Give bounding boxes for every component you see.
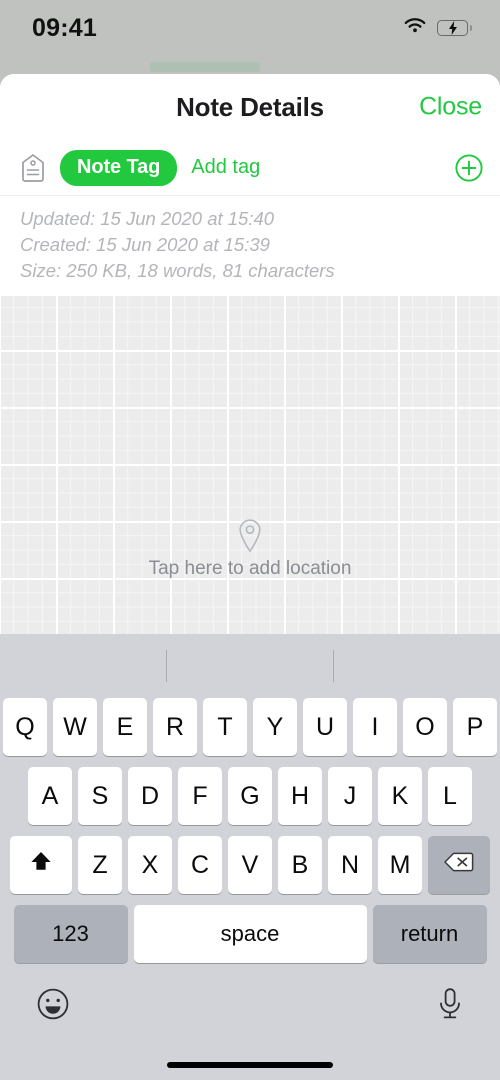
key-e[interactable]: E <box>103 698 147 756</box>
wifi-icon <box>403 17 427 40</box>
shift-key[interactable] <box>10 836 72 894</box>
key-y[interactable]: Y <box>253 698 297 756</box>
backspace-key[interactable] <box>428 836 490 894</box>
backspace-delete-icon <box>443 850 475 881</box>
sheet-header: Note Details Close <box>0 74 500 140</box>
key-w[interactable]: W <box>53 698 97 756</box>
key-u[interactable]: U <box>303 698 347 756</box>
key-f[interactable]: F <box>178 767 222 825</box>
add-location-cta[interactable]: Tap here to add location <box>0 518 500 580</box>
tag-row: Note Tag Add tag <box>0 140 500 196</box>
key-o[interactable]: O <box>403 698 447 756</box>
plus-circle-icon[interactable] <box>454 153 484 183</box>
key-r[interactable]: R <box>153 698 197 756</box>
metadata-created: Created: 15 Jun 2020 at 15:39 <box>20 234 270 255</box>
key-g[interactable]: G <box>228 767 272 825</box>
emoji-smiley-icon[interactable] <box>36 987 70 1026</box>
home-indicator[interactable] <box>167 1062 333 1068</box>
keyboard-row-2: A S D F G H J K L <box>0 767 500 825</box>
add-location-label: Tap here to add location <box>148 558 352 579</box>
key-t[interactable]: T <box>203 698 247 756</box>
metadata-size: Size: 250 KB, 18 words, 81 characters <box>20 260 335 281</box>
page-title: Note Details <box>176 91 324 122</box>
on-screen-keyboard: Q W E R T Y U I O P A S D F G H J K L Z … <box>0 634 500 1080</box>
return-key[interactable]: return <box>372 905 487 963</box>
status-bar-icons <box>403 17 472 40</box>
key-s[interactable]: S <box>78 767 122 825</box>
key-z[interactable]: Z <box>78 836 122 894</box>
add-tag-link[interactable]: Add tag <box>191 156 260 179</box>
metadata-updated: Updated: 15 Jun 2020 at 15:40 <box>20 208 275 229</box>
predictive-text-bar[interactable] <box>0 634 500 698</box>
key-a[interactable]: A <box>28 767 72 825</box>
keyboard-row-1: Q W E R T Y U I O P <box>0 698 500 756</box>
key-d[interactable]: D <box>128 767 172 825</box>
key-i[interactable]: I <box>353 698 397 756</box>
predictive-divider-2 <box>333 650 334 682</box>
background-content-peek <box>150 62 260 72</box>
key-x[interactable]: X <box>128 836 172 894</box>
key-h[interactable]: H <box>278 767 322 825</box>
status-bar: 09:41 <box>0 0 500 56</box>
location-map-area[interactable]: Tap here to add location <box>0 296 500 650</box>
key-k[interactable]: K <box>378 767 422 825</box>
shift-up-arrow-icon <box>28 849 54 882</box>
key-l[interactable]: L <box>428 767 472 825</box>
battery-charging-icon <box>437 20 472 36</box>
key-j[interactable]: J <box>328 767 372 825</box>
tag-icon <box>20 153 46 183</box>
note-metadata: Updated: 15 Jun 2020 at 15:40 Created: 1… <box>0 196 500 296</box>
key-m[interactable]: M <box>378 836 422 894</box>
key-p[interactable]: P <box>453 698 497 756</box>
map-pin-icon <box>236 518 264 554</box>
key-v[interactable]: V <box>228 836 272 894</box>
space-key[interactable]: space <box>133 905 367 963</box>
keyboard-bottom-bar <box>0 975 500 1037</box>
keyboard-row-4: 123 space return <box>0 905 500 963</box>
key-c[interactable]: C <box>178 836 222 894</box>
numeric-mode-key[interactable]: 123 <box>13 905 128 963</box>
close-button[interactable]: Close <box>419 93 482 122</box>
key-q[interactable]: Q <box>3 698 47 756</box>
predictive-divider-1 <box>166 650 167 682</box>
microphone-icon[interactable] <box>436 987 464 1026</box>
status-bar-clock: 09:41 <box>32 13 97 42</box>
keyboard-row-3: Z X C V B N M <box>0 836 500 894</box>
phone-screen: 09:41 Note Details Close Note Tag Add ta… <box>0 0 500 1080</box>
key-n[interactable]: N <box>328 836 372 894</box>
key-b[interactable]: B <box>278 836 322 894</box>
note-tag-chip[interactable]: Note Tag <box>60 149 178 186</box>
